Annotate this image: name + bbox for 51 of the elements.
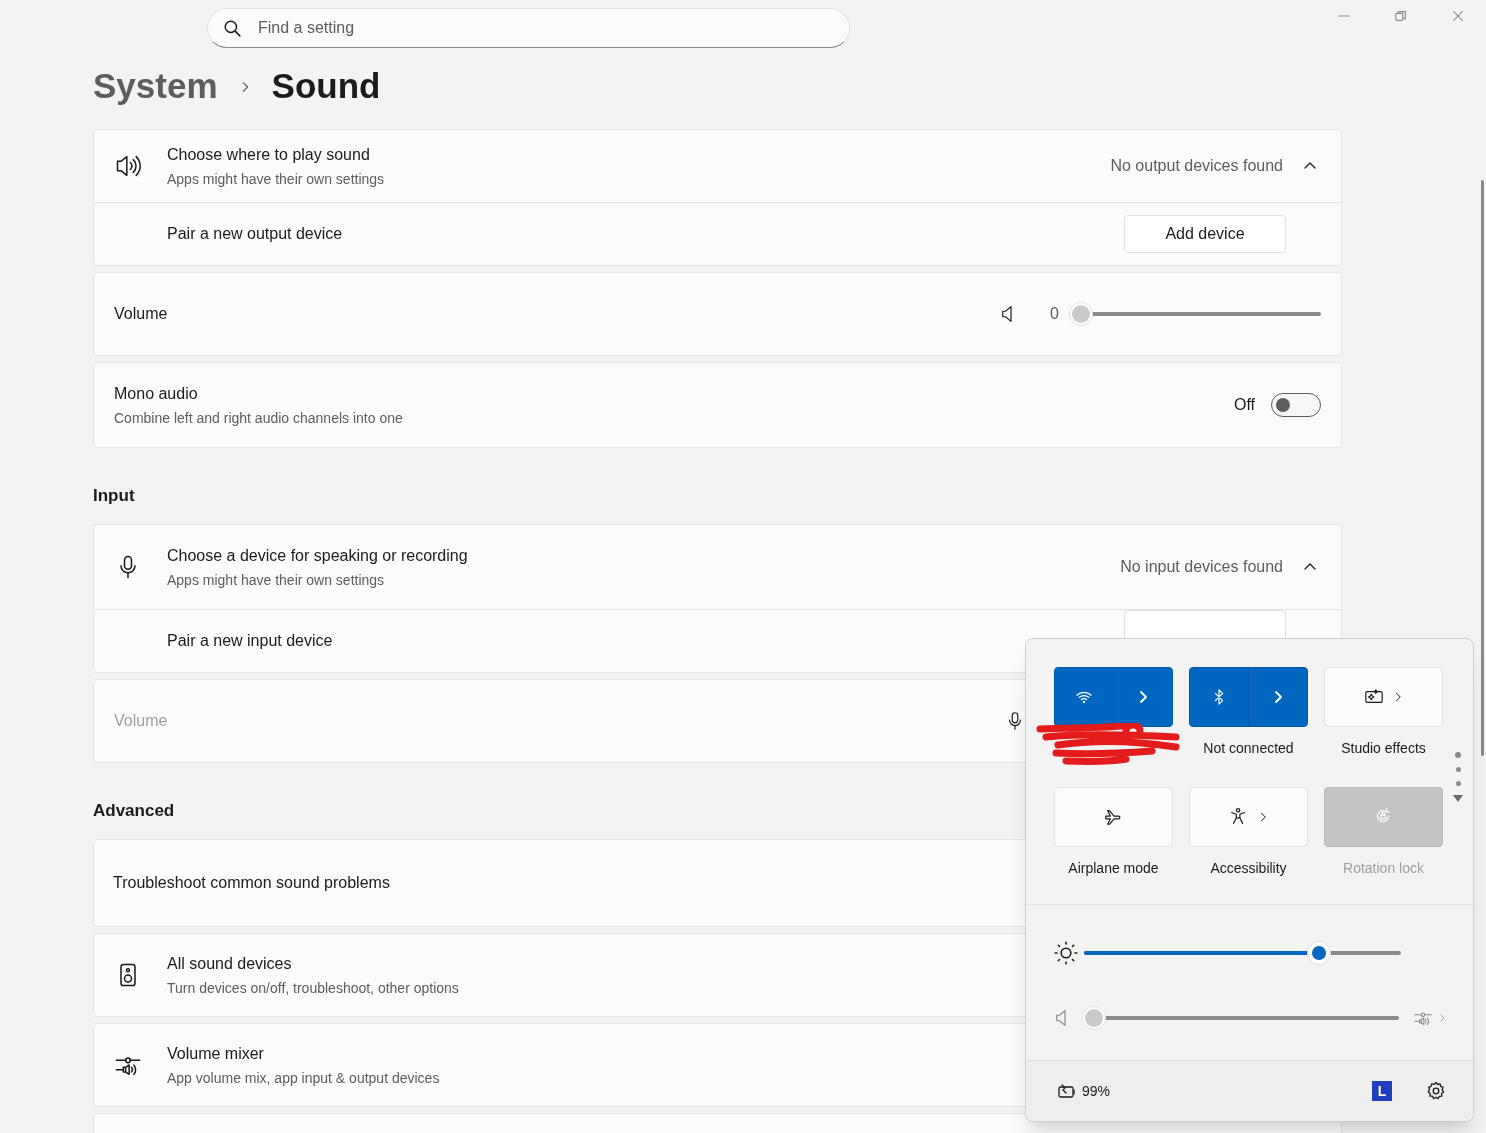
setting-title: Volume <box>114 711 168 731</box>
tile-label: Accessibility <box>1210 858 1287 878</box>
slider-thumb[interactable] <box>1306 940 1331 965</box>
tile-label: Not connected <box>1203 738 1294 758</box>
page-title: Sound <box>271 65 381 108</box>
user-badge[interactable]: L <box>1372 1081 1392 1102</box>
slider[interactable] <box>1069 302 1321 326</box>
slider[interactable] <box>1082 1005 1399 1030</box>
tile-label: Rotation lock <box>1343 858 1424 878</box>
setting-description: Turn devices on/off, troubleshoot, other options <box>167 978 459 998</box>
setting-label: Pair a new output device <box>167 224 343 244</box>
toggle-switch[interactable] <box>1271 393 1321 417</box>
breadcrumb-link[interactable]: System <box>93 60 218 113</box>
search-field[interactable]: Find a setting <box>207 8 850 48</box>
setting-title: Troubleshoot common sound problems <box>113 873 390 893</box>
setting-title: All sound devices <box>167 953 293 974</box>
close-icon <box>1450 9 1465 23</box>
setting-description: Apps might have their own settings <box>167 570 386 590</box>
quick-toggle-tile[interactable] <box>1054 667 1173 727</box>
setting-label: Pair a new input device <box>167 631 333 651</box>
setting-description: App volume mix, app input & output devices <box>167 1068 440 1088</box>
chevron-right-icon <box>1437 1011 1447 1024</box>
airplane-icon <box>1103 807 1124 827</box>
restore-icon <box>1393 9 1408 23</box>
section-heading: Advanced <box>93 799 175 822</box>
add-device-button[interactable]: Add device <box>1124 215 1286 253</box>
brightness-icon <box>1054 940 1078 965</box>
search-icon <box>223 19 241 37</box>
status-text: No input devices found <box>1120 557 1283 577</box>
section-heading: Input <box>93 484 135 507</box>
add-device-button[interactable] <box>1124 610 1286 640</box>
toggle-state-label: Off <box>1233 395 1255 415</box>
settings-icon <box>1426 1081 1446 1102</box>
setting-title: Mono audio <box>114 383 199 404</box>
setting-title: Volume mixer <box>167 1043 265 1064</box>
status-text: No output devices found <box>1110 156 1283 176</box>
slider[interactable] <box>1084 940 1401 965</box>
down-arrow-icon[interactable] <box>1453 795 1463 803</box>
setting-description: Apps might have their own settings <box>167 169 385 189</box>
setting-description: Combine left and right audio channels into one <box>114 408 403 428</box>
slider-thumb[interactable] <box>1069 302 1093 326</box>
battery-button[interactable]: 99% <box>1056 1080 1111 1102</box>
tile-label: Airplane mode <box>1068 858 1159 878</box>
setting-title: Volume <box>114 304 168 324</box>
setting-title: Choose where to play sound <box>167 144 371 165</box>
tile-label: Studio effects <box>1341 738 1426 758</box>
slider-thumb[interactable] <box>1082 1005 1106 1030</box>
quick-toggle-tile[interactable] <box>1189 667 1308 727</box>
scrollbar-thumb[interactable] <box>1481 180 1484 756</box>
setting-title: Choose a device for speaking or recording <box>167 545 468 566</box>
volume-value: 0 <box>1050 304 1059 324</box>
